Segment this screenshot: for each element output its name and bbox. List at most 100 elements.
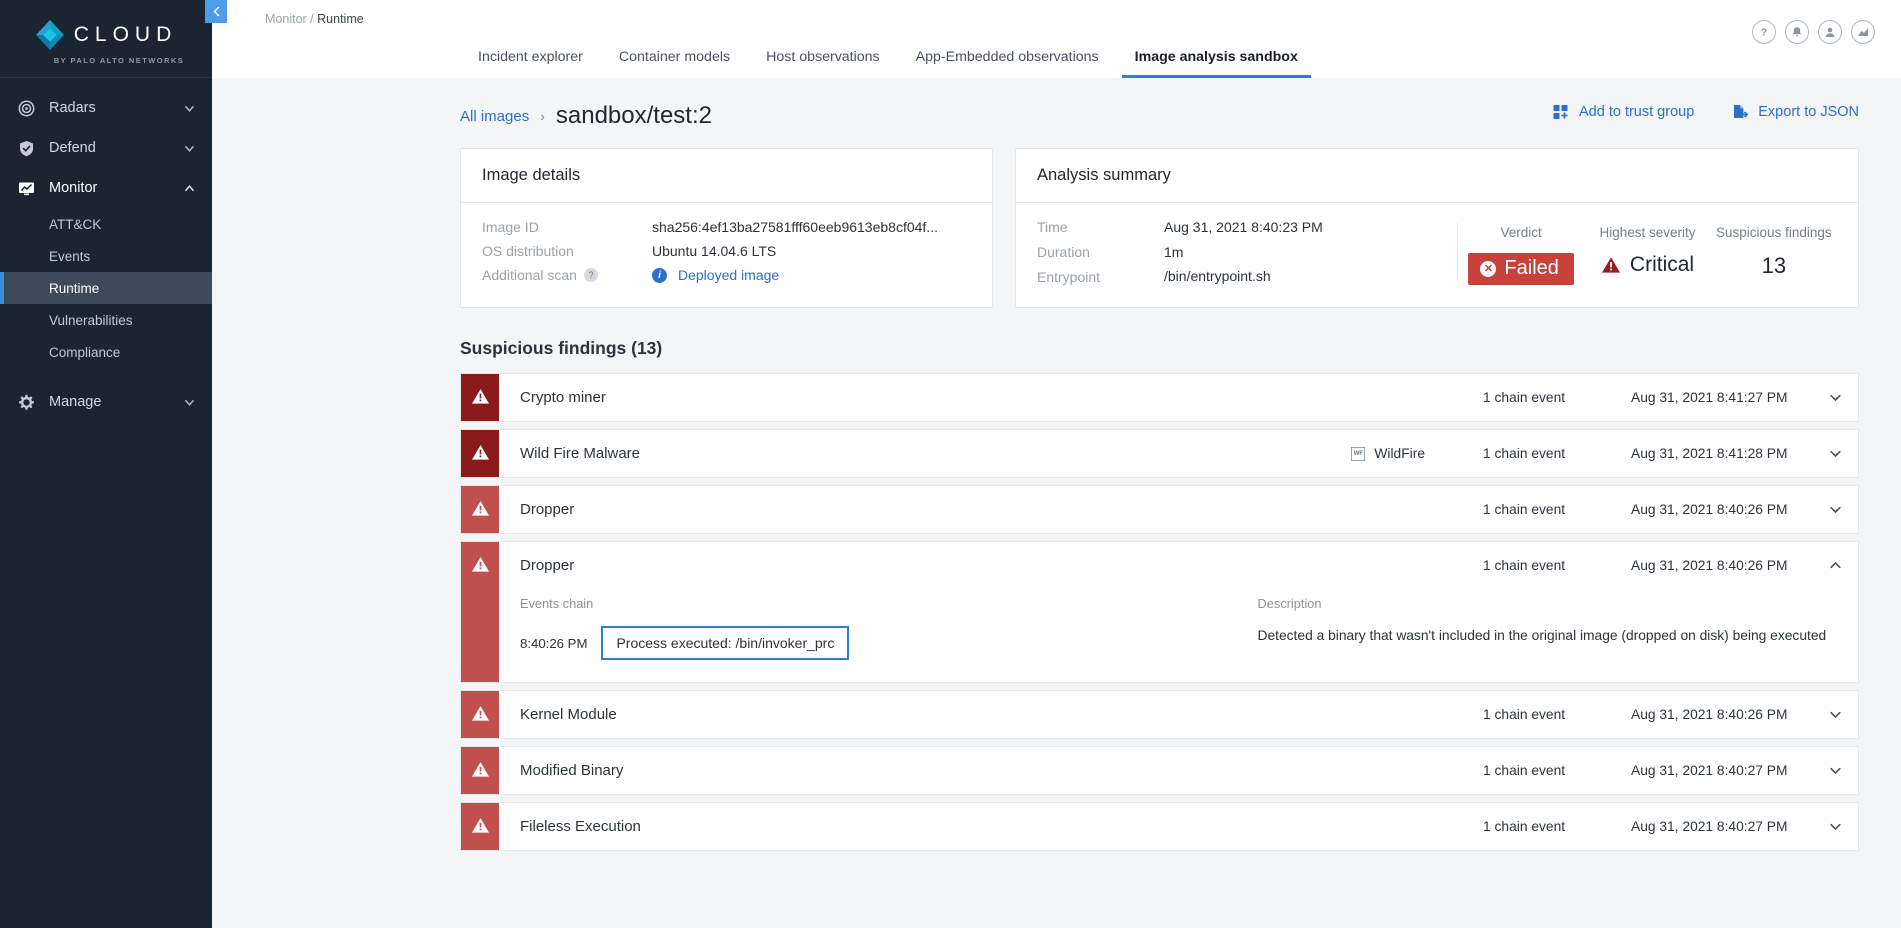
- chevron-up-icon: [1830, 561, 1841, 569]
- sidebar-item-attack[interactable]: ATT&CK: [0, 208, 212, 240]
- events-chain-section: Events chain 8:40:26 PM Process executed…: [520, 596, 1258, 660]
- breadcrumb-all-images[interactable]: All images: [460, 108, 529, 125]
- sidebar-item-radars[interactable]: Radars: [0, 88, 212, 128]
- sidebar-nav: Radars Defend Monitor ATT&CK Events Runt…: [0, 78, 212, 422]
- row-body: Kernel Module 1 chain event Aug 31, 2021…: [499, 691, 1858, 738]
- palo-alto-logo-icon: [35, 19, 64, 50]
- chevron-down-icon: [1830, 506, 1841, 514]
- user-icon[interactable]: [1818, 20, 1842, 44]
- chevron-down-icon: [1830, 767, 1841, 775]
- chevron-left-icon: [212, 6, 219, 17]
- row-header[interactable]: Fileless Execution 1 chain event Aug 31,…: [499, 803, 1858, 850]
- chain-event-count: 1 chain event: [1483, 502, 1566, 517]
- breadcrumb-separator: /: [310, 12, 314, 26]
- tab-image-analysis-sandbox[interactable]: Image analysis sandbox: [1117, 49, 1316, 78]
- image-id-value: sha256:4ef13ba27581fff60eeb9613eb8cf04f.…: [652, 219, 938, 235]
- export-to-json-button[interactable]: Export to JSON: [1732, 104, 1859, 120]
- severity-stripe: [461, 691, 499, 738]
- chain-event-count: 1 chain event: [1483, 819, 1566, 834]
- row-expand-toggle[interactable]: [1816, 503, 1842, 516]
- row-expand-toggle[interactable]: [1816, 708, 1842, 721]
- row-header[interactable]: Kernel Module 1 chain event Aug 31, 2021…: [499, 691, 1858, 738]
- analysis-summary-table: Time Aug 31, 2021 8:40:23 PM Duration 1m…: [1037, 219, 1457, 285]
- tab-host-observations[interactable]: Host observations: [748, 49, 898, 78]
- sidebar-label-compliance: Compliance: [49, 344, 121, 360]
- findings-heading: Suspicious findings (13): [460, 338, 663, 358]
- image-details-card: Image details Image ID sha256:4ef13ba275…: [460, 148, 993, 308]
- page-title: sandbox/test:2: [555, 102, 712, 129]
- radar-icon: [18, 100, 35, 117]
- sidebar-item-manage[interactable]: Manage: [0, 382, 212, 422]
- sidebar-item-runtime[interactable]: Runtime: [0, 272, 212, 304]
- image-id-label: Image ID: [482, 219, 539, 235]
- add-to-trust-group-button[interactable]: Add to trust group: [1553, 104, 1694, 120]
- warning-triangle-icon: [471, 389, 489, 404]
- table-row[interactable]: Fileless Execution 1 chain event Aug 31,…: [460, 802, 1859, 851]
- table-row[interactable]: Dropper 1 chain event Aug 31, 2021 8:40:…: [460, 485, 1859, 534]
- tab-label: Image analysis sandbox: [1134, 49, 1298, 65]
- chevron-down-icon: [1830, 394, 1841, 402]
- chart-icon[interactable]: [1851, 20, 1875, 44]
- row-expand-toggle[interactable]: [1816, 764, 1842, 777]
- row-header[interactable]: Crypto miner 1 chain event Aug 31, 2021 …: [499, 374, 1858, 421]
- bell-icon[interactable]: [1785, 20, 1809, 44]
- severity-stripe: [461, 486, 499, 533]
- sidebar-item-monitor[interactable]: Monitor: [0, 168, 212, 208]
- sidebar-item-events[interactable]: Events: [0, 240, 212, 272]
- wildfire-label: WildFire: [1374, 446, 1425, 461]
- close-icon: ✕: [1480, 260, 1497, 277]
- severity-stripe: [461, 803, 499, 850]
- table-row[interactable]: Modified Binary 1 chain event Aug 31, 20…: [460, 746, 1859, 795]
- table-row[interactable]: Dropper 1 chain event Aug 31, 2021 8:40:…: [460, 541, 1859, 683]
- tab-incident-explorer[interactable]: Incident explorer: [460, 49, 601, 78]
- sidebar-item-compliance[interactable]: Compliance: [0, 336, 212, 368]
- analysis-summary-body: Time Aug 31, 2021 8:40:23 PM Duration 1m…: [1016, 203, 1858, 307]
- warning-triangle-icon: [471, 762, 489, 777]
- tab-app-embedded-observations[interactable]: App-Embedded observations: [898, 49, 1117, 78]
- topbar: Monitor / Runtime ? Incident explorer Co…: [212, 0, 1901, 78]
- finding-timestamp: Aug 31, 2021 8:40:27 PM: [1631, 763, 1788, 778]
- time-value: Aug 31, 2021 8:40:23 PM: [1164, 219, 1323, 235]
- entrypoint-label: Entrypoint: [1037, 268, 1101, 285]
- deployed-image-link[interactable]: Deployed image: [678, 267, 779, 283]
- verdict-stat: Verdict ✕ Failed: [1458, 219, 1584, 285]
- chain-event-count: 1 chain event: [1483, 390, 1566, 405]
- question-mark-icon[interactable]: ?: [583, 268, 598, 282]
- help-icon[interactable]: ?: [1752, 20, 1776, 44]
- row-header[interactable]: Dropper 1 chain event Aug 31, 2021 8:40:…: [499, 542, 1858, 589]
- severity-stripe: [461, 430, 499, 477]
- sidebar-item-vulnerabilities[interactable]: Vulnerabilities: [0, 304, 212, 336]
- row-body: Dropper 1 chain event Aug 31, 2021 8:40:…: [499, 542, 1858, 682]
- row-header[interactable]: Modified Binary 1 chain event Aug 31, 20…: [499, 747, 1858, 794]
- sidebar-label-monitor: Monitor: [49, 180, 98, 196]
- sidebar-collapse-button[interactable]: [205, 0, 227, 23]
- sidebar-label-radars: Radars: [49, 100, 96, 116]
- status-badge: ✕ Failed: [1468, 253, 1574, 285]
- chain-event-node[interactable]: Process executed: /bin/invoker_prc: [601, 626, 850, 660]
- tab-label: Host observations: [766, 49, 880, 65]
- row-header[interactable]: Dropper 1 chain event Aug 31, 2021 8:40:…: [499, 486, 1858, 533]
- row-header[interactable]: Wild Fire Malware WF WildFire 1 chain ev…: [499, 430, 1858, 477]
- app-root: CLOUD BY PALO ALTO NETWORKS Radars Defen…: [0, 0, 1901, 928]
- events-chain-label: Events chain: [520, 596, 594, 611]
- row-body: Fileless Execution 1 chain event Aug 31,…: [499, 803, 1858, 850]
- severity-stripe: [461, 374, 499, 421]
- tab-container-models[interactable]: Container models: [601, 49, 748, 78]
- time-label: Time: [1037, 219, 1068, 236]
- row-expand-toggle[interactable]: [1816, 820, 1842, 833]
- row-collapse-toggle[interactable]: [1816, 559, 1842, 572]
- description-text: Detected a binary that wasn't included i…: [1257, 628, 1827, 643]
- chain-event-count: 1 chain event: [1483, 707, 1566, 722]
- table-row[interactable]: Crypto miner 1 chain event Aug 31, 2021 …: [460, 373, 1859, 422]
- table-row[interactable]: Wild Fire Malware WF WildFire 1 chain ev…: [460, 429, 1859, 478]
- warning-triangle-icon: [471, 501, 489, 516]
- brand-name: CLOUD: [73, 23, 178, 46]
- tab-label: App-Embedded observations: [915, 49, 1099, 65]
- breadcrumb-parent[interactable]: Monitor: [265, 12, 307, 26]
- table-row[interactable]: Kernel Module 1 chain event Aug 31, 2021…: [460, 690, 1859, 739]
- tab-bar: Incident explorer Container models Host …: [460, 49, 1316, 78]
- row-expand-toggle[interactable]: [1816, 391, 1842, 404]
- add-to-group-icon: [1553, 105, 1568, 119]
- row-expand-toggle[interactable]: [1816, 447, 1842, 460]
- sidebar-item-defend[interactable]: Defend: [0, 128, 212, 168]
